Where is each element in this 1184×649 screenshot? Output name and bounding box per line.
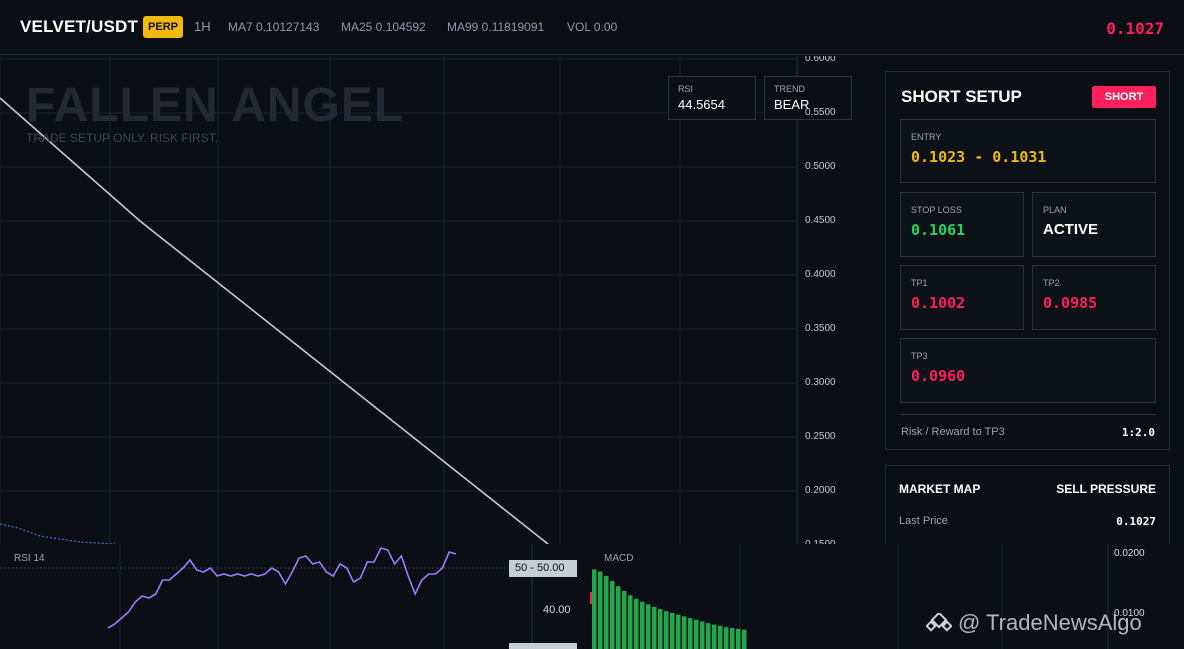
price-axis-tick: 0.5000 <box>805 161 836 172</box>
tp1-value: 0.1002 <box>911 294 966 312</box>
rsi-line <box>107 547 457 629</box>
exchange-logo-icon <box>926 613 952 632</box>
market-map-title: MARKET MAP <box>899 482 981 496</box>
market-map-panel: MARKET MAP SELL PRESSURE Last Price 0.10… <box>885 465 1170 555</box>
plan-value: ACTIVE <box>1043 221 1099 238</box>
macd-bar <box>652 606 657 649</box>
tp2-value: 0.0985 <box>1043 294 1098 312</box>
market-map-last-price-value: 0.1027 <box>1116 515 1156 528</box>
brand-watermark: FALLEN ANGEL <box>26 79 405 132</box>
ma99-value: MA99 0.11819091 <box>447 20 545 34</box>
price-axis-tick: 0.3000 <box>805 377 836 388</box>
macd-bar <box>622 590 627 649</box>
macd-bar <box>616 586 621 649</box>
macd-bar <box>628 595 633 649</box>
tp1-label: TP1 <box>911 278 928 288</box>
tp3-box: TP3 0.0960 <box>900 338 1156 403</box>
rsi-chip-label: RSI <box>678 84 694 94</box>
setup-divider <box>901 414 1156 415</box>
risk-reward-label: Risk / Reward to TP3 <box>901 426 1005 438</box>
price-line <box>0 97 549 544</box>
macd-bar <box>742 629 747 649</box>
tp3-label: TP3 <box>911 351 928 361</box>
plan-label: PLAN <box>1043 205 1067 215</box>
rsi-chip: RSI 44.5654 <box>668 76 756 120</box>
macd-bar <box>700 621 705 649</box>
macd-bar <box>634 598 639 649</box>
price-axis-tick: 0.5500 <box>805 107 836 118</box>
ma7-value: MA7 0.10127143 <box>228 20 320 34</box>
rsi-chart-canvas[interactable] <box>0 544 580 649</box>
brand-subtitle: TRADE SETUP ONLY. RISK FIRST. <box>26 131 219 145</box>
sell-pressure-label: SELL PRESSURE <box>1056 482 1156 496</box>
entry-value: 0.1023 - 0.1031 <box>911 148 1047 166</box>
ma25-value: MA25 0.104592 <box>341 20 426 34</box>
risk-reward-value: 1:2.0 <box>1121 426 1155 439</box>
entry-box: ENTRY 0.1023 - 0.1031 <box>900 119 1156 183</box>
macd-bar <box>682 616 687 649</box>
macd-bar <box>724 627 729 649</box>
stop-loss-value: 0.1061 <box>911 221 966 239</box>
macd-bar <box>598 571 603 649</box>
macd-bar <box>646 604 651 649</box>
price-axis-tick: 0.2000 <box>805 485 836 496</box>
macd-pane-title: MACD <box>604 553 634 564</box>
macd-bar <box>592 569 597 649</box>
volume-value: VOL 0.00 <box>567 20 618 34</box>
macd-bar <box>718 625 723 649</box>
macd-bar <box>676 614 681 649</box>
plan-box: PLAN ACTIVE <box>1032 192 1156 257</box>
stop-loss-label: STOP LOSS <box>911 205 962 215</box>
macd-bar <box>610 581 615 649</box>
rsi-chip-value: 44.5654 <box>678 97 725 112</box>
macd-bar <box>736 628 741 649</box>
short-setup-panel: SHORT SETUP SHORT ENTRY 0.1023 - 0.1031 … <box>885 71 1170 450</box>
ma-line <box>0 523 116 544</box>
perp-badge: PERP <box>143 16 183 38</box>
setup-title: SHORT SETUP <box>901 87 1022 106</box>
rsi-lower-tag <box>509 643 577 649</box>
top-bar: VELVET/USDT PERP 1H MA7 0.10127143 MA25 … <box>0 0 1184 55</box>
price-axis-tick: 0.6000 <box>805 56 836 64</box>
short-button[interactable]: SHORT <box>1092 86 1156 108</box>
macd-bar <box>640 601 645 649</box>
market-map-last-price-label: Last Price <box>899 515 948 527</box>
macd-bar <box>664 611 669 649</box>
trend-chip-label: TREND <box>774 84 805 94</box>
macd-bar <box>694 619 699 649</box>
macd-bar <box>706 623 711 649</box>
rsi-level-tag: 50 - 50.00 <box>509 560 577 577</box>
macd-axis-tick-top: 0.0200 <box>1114 548 1145 559</box>
price-axis-tick: 0.4000 <box>805 269 836 280</box>
watermark-handle: @ TradeNewsAlgo <box>958 610 1142 635</box>
tp2-box: TP2 0.0985 <box>1032 265 1156 330</box>
price-axis-tick: 0.2500 <box>805 431 836 442</box>
price-axis-tick: 0.3500 <box>805 323 836 334</box>
last-price: 0.1027 <box>1106 19 1164 38</box>
macd-signal-marker <box>590 592 592 604</box>
macd-bar <box>670 612 675 649</box>
tp1-box: TP1 0.1002 <box>900 265 1024 330</box>
price-axis-tick: 0.4500 <box>805 215 836 226</box>
tp3-value: 0.0960 <box>911 367 966 385</box>
rsi-axis-tick: 40.00 <box>543 604 571 616</box>
macd-bar <box>730 627 735 649</box>
entry-label: ENTRY <box>911 132 942 142</box>
stop-loss-box: STOP LOSS 0.1061 <box>900 192 1024 257</box>
macd-bar <box>604 575 609 649</box>
price-chart[interactable]: FALLEN ANGEL TRADE SETUP ONLY. RISK FIRS… <box>0 56 870 544</box>
rsi-pane-title: RSI 14 <box>14 553 45 564</box>
pair-symbol[interactable]: VELVET/USDT <box>20 17 138 37</box>
tp2-label: TP2 <box>1043 278 1060 288</box>
macd-bar <box>712 624 717 649</box>
timeframe-selector[interactable]: 1H <box>194 19 211 34</box>
rsi-pane[interactable]: RSI 14 50 - 50.00 40.00 <box>0 544 580 649</box>
macd-bar <box>658 609 663 649</box>
macd-bar <box>688 618 693 649</box>
